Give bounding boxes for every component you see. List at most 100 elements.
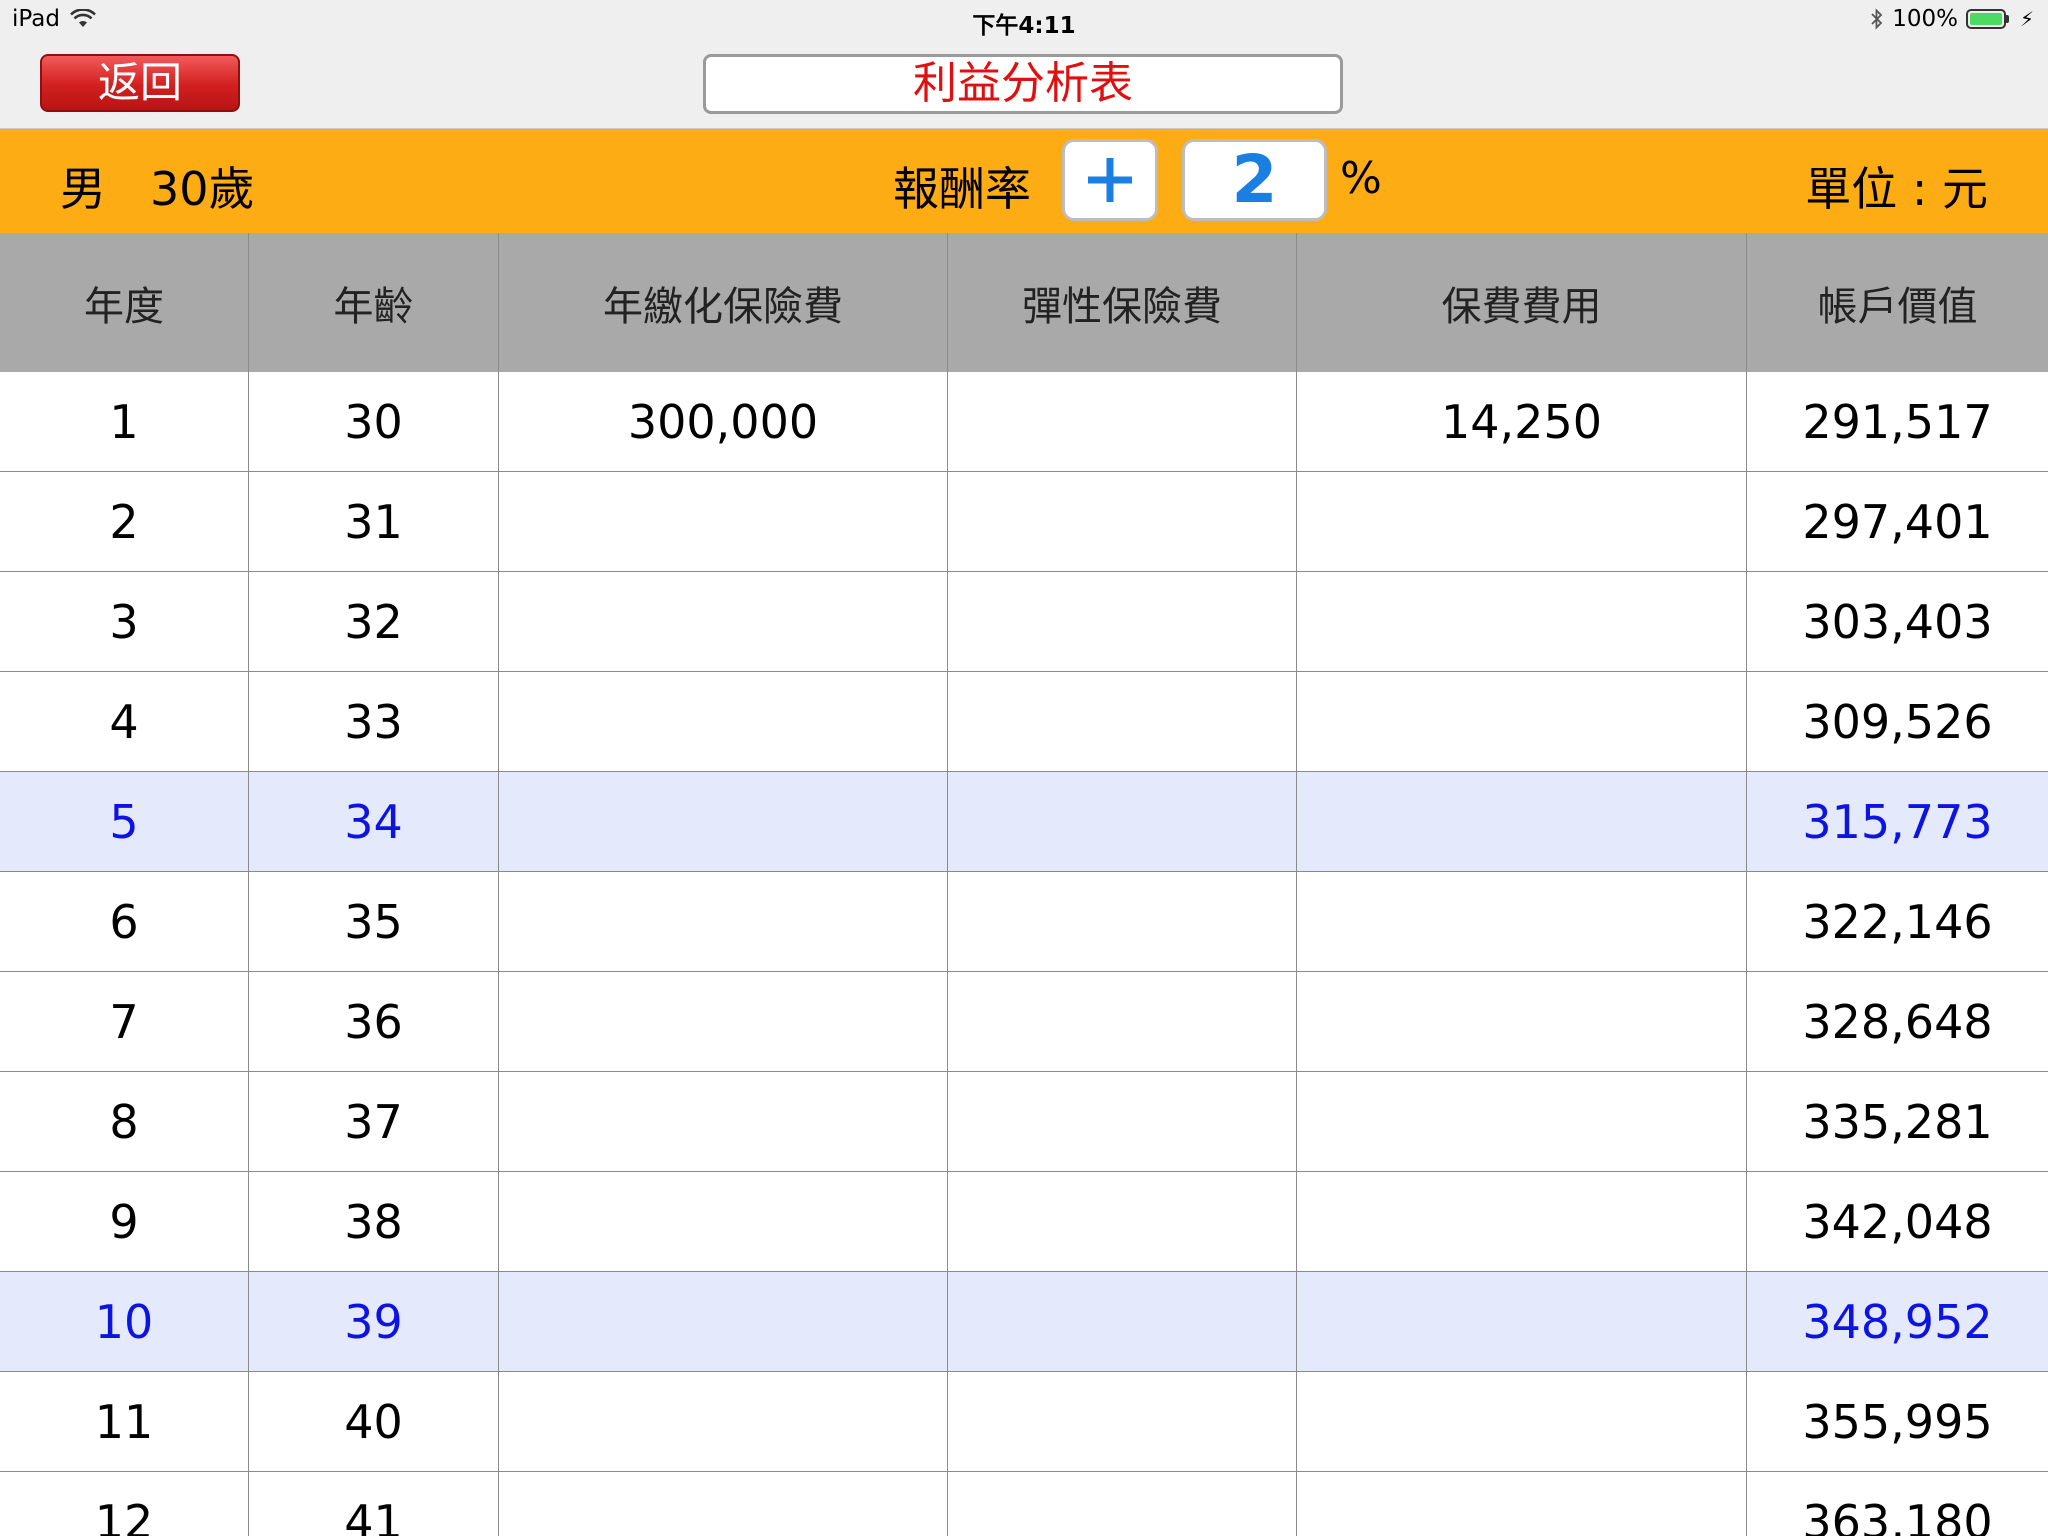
- rate-value-field[interactable]: 2: [1182, 139, 1327, 221]
- cell-age: 31: [249, 472, 499, 571]
- cell-year: 9: [0, 1172, 249, 1271]
- cell-account-value: 315,773: [1802, 794, 1993, 849]
- cell-account-value: 355,995: [1802, 1394, 1993, 1449]
- cell-year: 1: [0, 372, 249, 471]
- column-header-age: 年齡: [249, 233, 499, 372]
- cell-age: 30: [249, 372, 499, 471]
- cell-premium-expense: [1297, 672, 1747, 771]
- cell-age: 40: [249, 1372, 499, 1471]
- cell-premium-expense: [1297, 572, 1747, 671]
- status-right: 100% ⚡: [1870, 6, 2034, 32]
- cell-year: 4: [0, 672, 249, 771]
- column-header-flexible-premium: 彈性保險費: [948, 233, 1297, 372]
- table-header: 年度 年齡 年繳化保險費 彈性保險費 保費費用 帳戶價值: [0, 233, 2048, 372]
- cell-flexible-premium: [948, 572, 1297, 671]
- table-row-highlighted: 5 34 315,773: [0, 772, 2048, 872]
- cell-year: 11: [0, 1372, 249, 1471]
- percent-label: %: [1340, 153, 1382, 204]
- plus-icon: [1088, 158, 1132, 202]
- table-row: 9 38 342,048: [0, 1172, 2048, 1272]
- cell-account-value: 348,952: [1802, 1294, 1993, 1349]
- table-row: 8 37 335,281: [0, 1072, 2048, 1172]
- cell-annual-premium: [499, 672, 948, 771]
- cell-year: 7: [0, 972, 249, 1071]
- cell-year: 12: [0, 1472, 249, 1536]
- cell-flexible-premium: [948, 1172, 1297, 1271]
- table-row: 11 40 355,995: [0, 1372, 2048, 1472]
- cell-annual-premium: [499, 572, 948, 671]
- cell-age: 32: [249, 572, 499, 671]
- cell-flexible-premium: [948, 472, 1297, 571]
- cell-account-value: 291,517: [1802, 394, 1993, 449]
- cell-premium-expense: [1297, 1472, 1747, 1536]
- cell-premium-expense: [1297, 1272, 1747, 1371]
- table-body[interactable]: 1 30 300,000 14,250 291,517 2 31 297,401…: [0, 372, 2048, 1536]
- column-header-annual-premium: 年繳化保險費: [499, 233, 948, 372]
- cell-flexible-premium: [948, 1372, 1297, 1471]
- charging-icon: ⚡: [2019, 7, 2034, 31]
- cell-premium-expense: [1297, 472, 1747, 571]
- status-bar: iPad 下午4:11 100% ⚡: [0, 0, 2048, 40]
- cell-flexible-premium: [948, 1472, 1297, 1536]
- cell-age: 39: [249, 1272, 499, 1371]
- cell-annual-premium: [499, 472, 948, 571]
- cell-premium-expense: [1297, 1172, 1747, 1271]
- table-row-highlighted: 10 39 348,952: [0, 1272, 2048, 1372]
- cell-year: 2: [0, 472, 249, 571]
- cell-flexible-premium: [948, 1272, 1297, 1371]
- table-row: 6 35 322,146: [0, 872, 2048, 972]
- cell-account-value: 297,401: [1802, 494, 1993, 549]
- nav-bar: 返回 利益分析表: [0, 40, 2048, 129]
- bluetooth-icon: [1870, 7, 1884, 31]
- cell-year: 5: [0, 772, 249, 871]
- cell-annual-premium: 300,000: [499, 372, 948, 471]
- cell-annual-premium: [499, 1272, 948, 1371]
- cell-year: 3: [0, 572, 249, 671]
- increase-rate-button[interactable]: [1062, 139, 1158, 221]
- battery-percent: 100%: [1892, 6, 1958, 32]
- cell-annual-premium: [499, 1172, 948, 1271]
- cell-premium-expense: 14,250: [1297, 372, 1747, 471]
- cell-annual-premium: [499, 972, 948, 1071]
- cell-annual-premium: [499, 1372, 948, 1471]
- cell-account-value: 303,403: [1802, 594, 1993, 649]
- cell-age: 38: [249, 1172, 499, 1271]
- gender-label: 男: [60, 162, 106, 216]
- unit-label: 單位 : 元: [1805, 162, 1988, 216]
- cell-age: 37: [249, 1072, 499, 1171]
- table-row: 7 36 328,648: [0, 972, 2048, 1072]
- page-title: 利益分析表: [703, 54, 1343, 114]
- column-header-premium-expense: 保費費用: [1297, 233, 1747, 372]
- back-button[interactable]: 返回: [40, 54, 240, 112]
- status-time: 下午4:11: [972, 13, 1076, 39]
- column-header-account-value: 帳戶價值: [1817, 283, 1978, 330]
- cell-account-value: 335,281: [1802, 1094, 1993, 1149]
- cell-flexible-premium: [948, 1072, 1297, 1171]
- cell-premium-expense: [1297, 1372, 1747, 1471]
- cell-premium-expense: [1297, 1072, 1747, 1171]
- table-row: 12 41 363,180: [0, 1472, 2048, 1536]
- cell-year: 8: [0, 1072, 249, 1171]
- cell-age: 33: [249, 672, 499, 771]
- cell-year: 10: [0, 1272, 249, 1371]
- cell-account-value: 363,180: [1802, 1494, 1993, 1536]
- age-label: 30歲: [150, 162, 255, 216]
- cell-annual-premium: [499, 872, 948, 971]
- cell-premium-expense: [1297, 772, 1747, 871]
- battery-icon: [1965, 8, 2012, 30]
- cell-account-value: 322,146: [1802, 894, 1993, 949]
- rate-label: 報酬率: [893, 162, 1031, 216]
- cell-age: 36: [249, 972, 499, 1071]
- cell-account-value: 309,526: [1802, 694, 1993, 749]
- cell-premium-expense: [1297, 872, 1747, 971]
- cell-annual-premium: [499, 1072, 948, 1171]
- cell-age: 41: [249, 1472, 499, 1536]
- insured-info: 男 30歲: [60, 153, 255, 219]
- info-bar: 男 30歲 報酬率 2 % 單位 : 元: [0, 129, 2048, 233]
- cell-age: 34: [249, 772, 499, 871]
- table-row: 3 32 303,403: [0, 572, 2048, 672]
- cell-flexible-premium: [948, 772, 1297, 871]
- cell-flexible-premium: [948, 672, 1297, 771]
- cell-account-value: 342,048: [1802, 1194, 1993, 1249]
- table-row: 2 31 297,401: [0, 472, 2048, 572]
